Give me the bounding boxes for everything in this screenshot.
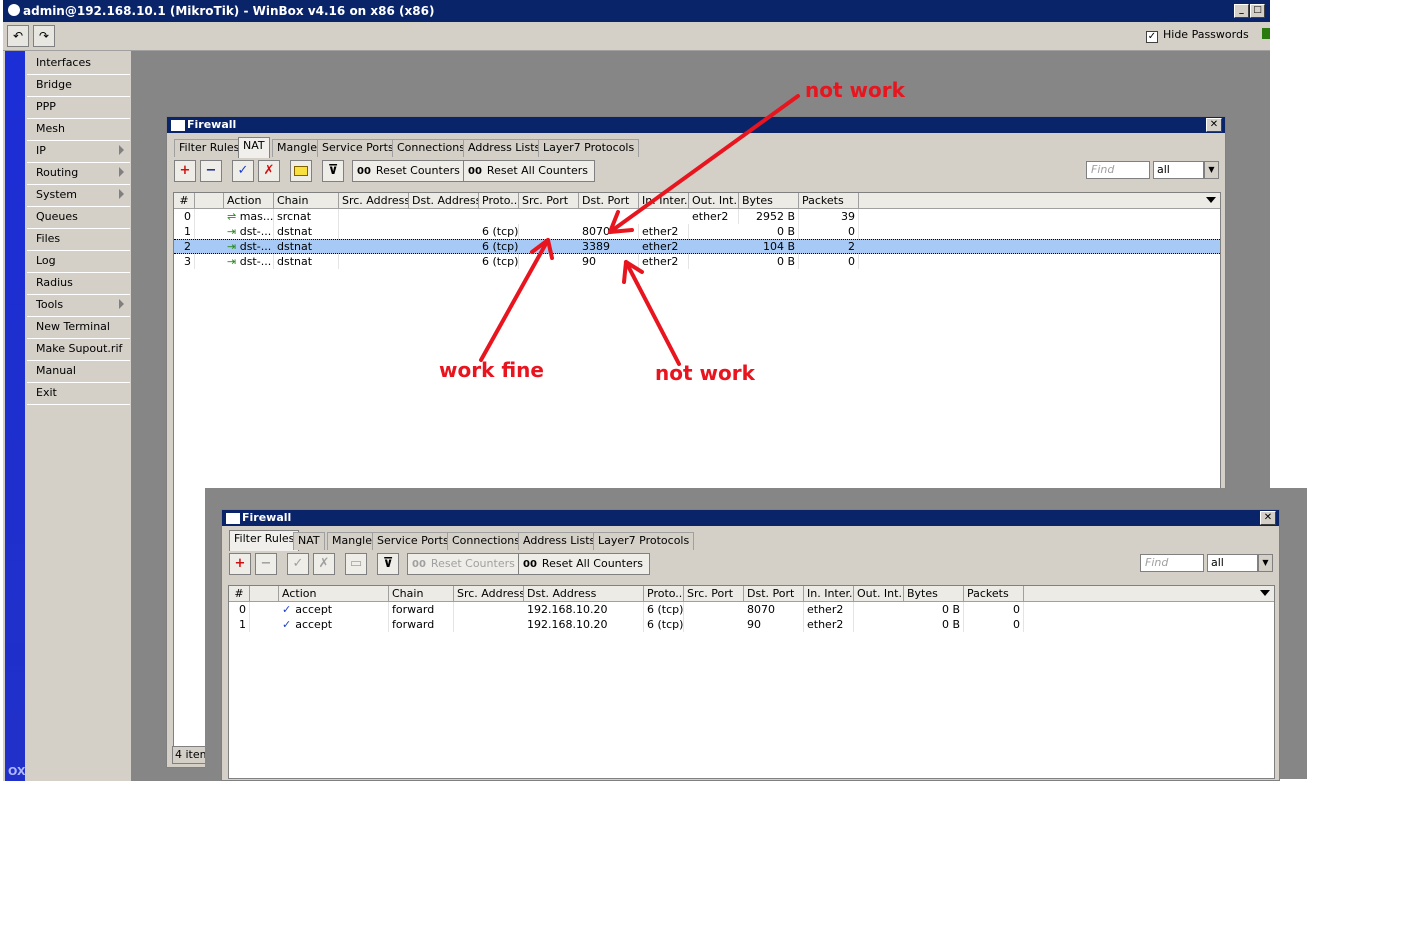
annotation-label-left: work fine [439,358,544,382]
annotation-label-top: not work [805,78,905,102]
annotation-layer [479,94,800,366]
annotation-arrow-right [624,260,681,366]
annotation-label-right: not work [655,361,755,385]
annotation-arrow-top [608,94,800,234]
annotation-arrow-left [479,238,550,362]
